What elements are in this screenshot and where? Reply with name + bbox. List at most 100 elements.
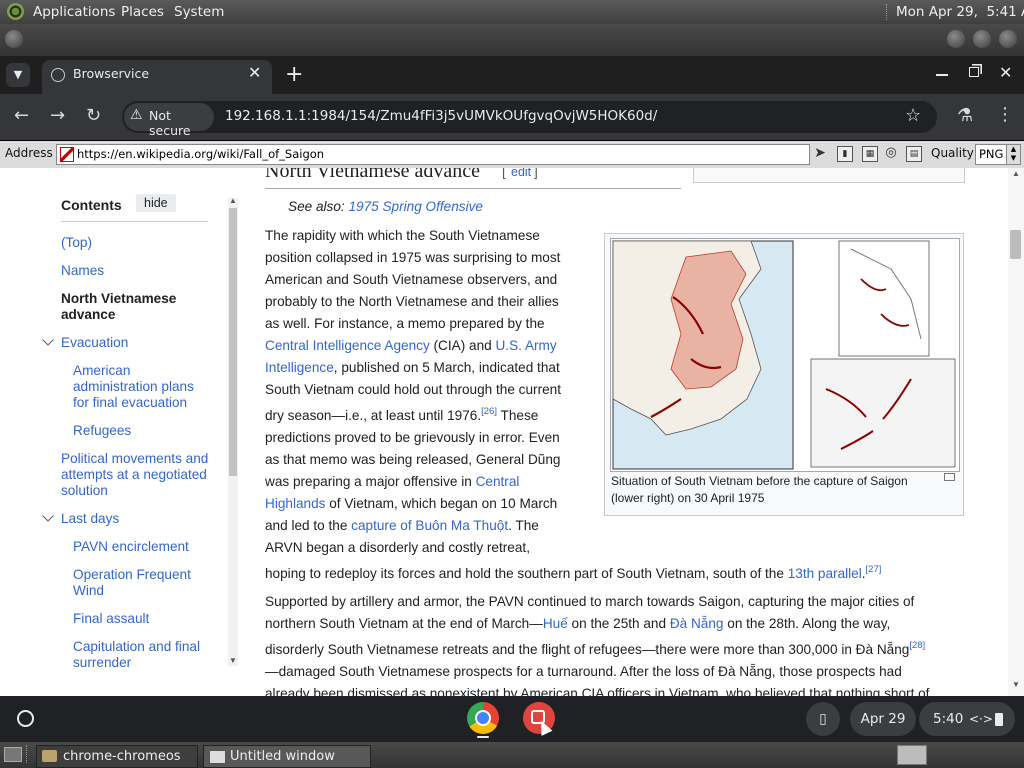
toc-item-refugees[interactable]: Refugees bbox=[73, 423, 131, 439]
enlarge-icon[interactable] bbox=[944, 473, 955, 481]
security-chip[interactable]: ⚠ Not secure bbox=[124, 103, 214, 138]
minimize-icon[interactable] bbox=[936, 74, 948, 76]
shelf-time: 5:40 bbox=[933, 711, 964, 727]
phone-hub-icon[interactable]: ▯ bbox=[806, 702, 840, 736]
citation-26[interactable]: [26] bbox=[481, 406, 497, 417]
p2-text: disorderly South Vietnamese retreats and… bbox=[265, 642, 910, 657]
see-also-link[interactable]: 1975 Spring Offensive bbox=[348, 199, 483, 214]
quality-select[interactable]: PNG ▲ ▼ bbox=[975, 144, 1021, 165]
citation-27[interactable]: [27] bbox=[866, 564, 882, 575]
p1-line: and led to the capture of Buôn Ma Thuột.… bbox=[265, 515, 1024, 537]
window-menu-icon[interactable] bbox=[5, 30, 23, 48]
taskbar-item-chrome-chromeos[interactable]: chrome-chromeos bbox=[36, 745, 198, 768]
tab-search-button[interactable]: ▼ bbox=[6, 63, 30, 87]
save-page-icon[interactable]: ▦ bbox=[862, 146, 878, 162]
places-menu[interactable]: Places bbox=[121, 4, 164, 20]
us-army-link[interactable]: U.S. Army bbox=[495, 338, 556, 353]
forward-icon[interactable]: → bbox=[50, 105, 65, 126]
minimize-window-icon[interactable] bbox=[947, 30, 965, 48]
toc-scrollbar-thumb[interactable] bbox=[229, 208, 237, 476]
system-menu[interactable]: System bbox=[174, 4, 224, 20]
toc-item-north-vietnamese-advance[interactable]: North Vietnamese advance bbox=[61, 291, 211, 323]
toc-title: Contents bbox=[61, 197, 122, 213]
status-tray[interactable]: 5:40 <·> bbox=[919, 702, 1015, 736]
toc-item-american-administration[interactable]: American administration plans for final … bbox=[73, 363, 213, 411]
window-title-bar[interactable] bbox=[0, 24, 1024, 56]
show-desktop-icon[interactable] bbox=[4, 747, 22, 762]
da-nang-link[interactable]: Đà Nẵng bbox=[670, 616, 724, 631]
hue-link[interactable]: Huế bbox=[543, 616, 568, 631]
close-tab-icon[interactable]: ✕ bbox=[248, 63, 261, 82]
page-scrollbar-thumb[interactable] bbox=[1010, 230, 1021, 259]
close-icon[interactable]: ✕ bbox=[999, 63, 1012, 82]
edit-bracket-close: ] bbox=[534, 168, 538, 179]
taskbar-item-untitled-window[interactable]: Untitled window bbox=[203, 745, 371, 768]
omnibox[interactable]: 192.168.1.1:1984/154/Zmu4fFi3j5vUMVkOUfg… bbox=[122, 101, 937, 133]
toc-item-final-assault[interactable]: Final assault bbox=[73, 611, 149, 627]
page-scroll-down-icon[interactable]: ▼ bbox=[1012, 680, 1020, 689]
toc-hide-button[interactable]: hide bbox=[136, 194, 176, 212]
omnibox-url[interactable]: 192.168.1.1:1984/154/Zmu4fFi3j5vUMVkOUfg… bbox=[225, 108, 657, 124]
page-scroll-up-icon[interactable]: ▲ bbox=[1012, 169, 1020, 178]
maximize-window-icon[interactable] bbox=[973, 30, 991, 48]
toc-evacuation-chevron-icon[interactable] bbox=[42, 334, 54, 346]
p1-text: , published on 5 March, indicated that bbox=[333, 360, 560, 375]
bookmark-star-icon[interactable]: ☆ bbox=[905, 105, 921, 126]
toc-scroll-up-icon[interactable]: ▲ bbox=[229, 196, 237, 205]
close-window-icon[interactable] bbox=[999, 30, 1017, 48]
panel-clock[interactable]: Mon Apr 29, 5:41 AM bbox=[896, 4, 1024, 20]
page-scrollbar[interactable]: ▲ ▼ bbox=[1008, 168, 1024, 696]
address-input[interactable]: https://en.wikipedia.org/wiki/Fall_of_Sa… bbox=[56, 144, 810, 165]
toc-item-operation-frequent-wind[interactable]: Operation Frequent Wind bbox=[73, 567, 213, 599]
toc-scroll-down-icon[interactable]: ▼ bbox=[229, 656, 237, 665]
go-arrow-icon[interactable]: ➤ bbox=[813, 146, 827, 160]
clipboard-icon[interactable]: ▤ bbox=[906, 146, 922, 162]
tab-browservice[interactable]: Browservice ✕ bbox=[42, 60, 272, 94]
address-url[interactable]: https://en.wikipedia.org/wiki/Fall_of_Sa… bbox=[77, 147, 324, 161]
gnome-logo-icon[interactable] bbox=[7, 3, 24, 20]
hatnote: See also: 1975 Spring Offensive bbox=[288, 199, 483, 214]
bookmark-icon[interactable]: ▮ bbox=[837, 146, 853, 162]
p2-text: northern South Vietnam at the end of Mar… bbox=[265, 616, 543, 631]
toc-item-pavn-encirclement[interactable]: PAVN encirclement bbox=[73, 539, 189, 555]
citation-28[interactable]: [28] bbox=[909, 640, 925, 651]
battery-icon bbox=[995, 713, 1003, 726]
cia-link[interactable]: Central Intelligence Agency bbox=[265, 338, 430, 353]
13th-parallel-link[interactable]: 13th parallel bbox=[788, 566, 862, 581]
more-menu-icon[interactable]: ⋮ bbox=[996, 104, 1014, 125]
p1-text: . The bbox=[508, 518, 539, 533]
reload-icon[interactable]: ↻ bbox=[86, 105, 101, 126]
highlands-link[interactable]: Highlands bbox=[265, 496, 325, 511]
back-icon[interactable]: ← bbox=[14, 105, 29, 126]
launcher-icon[interactable] bbox=[17, 710, 34, 727]
toc-item-last-days[interactable]: Last days bbox=[61, 511, 119, 527]
map-inset-saigon bbox=[810, 358, 956, 468]
p1-text: was preparing a major offensive in bbox=[265, 474, 476, 489]
capture-buon-ma-thuot-link[interactable]: capture of Buôn Ma Thuột bbox=[351, 518, 508, 533]
toc-last-days-chevron-icon[interactable] bbox=[42, 510, 54, 522]
intelligence-link[interactable]: Intelligence bbox=[265, 360, 334, 375]
new-tab-button[interactable]: + bbox=[285, 62, 303, 87]
see-also-label: See also: bbox=[288, 199, 349, 214]
toc-item-political-movements[interactable]: Political movements and attempts at a ne… bbox=[61, 451, 211, 499]
toc-item-top[interactable]: (Top) bbox=[61, 235, 92, 251]
quality-spinner-icon[interactable]: ▲ ▼ bbox=[1006, 145, 1020, 164]
toc-item-capitulation[interactable]: Capitulation and final surrender bbox=[73, 639, 213, 667]
gnome-top-panel: Applications Places System Mon Apr 29, 5… bbox=[0, 0, 1024, 24]
p2-text: on the 25th and bbox=[567, 616, 670, 631]
p1-text: These bbox=[496, 408, 539, 423]
shelf-date[interactable]: Apr 29 bbox=[850, 702, 916, 736]
edit-link[interactable]: edit bbox=[511, 168, 531, 179]
toc-item-names[interactable]: Names bbox=[61, 263, 104, 279]
central-highlands-link[interactable]: Central bbox=[476, 474, 520, 489]
labs-flask-icon[interactable]: ⚗ bbox=[957, 105, 973, 126]
find-icon[interactable]: ◎ bbox=[884, 146, 898, 160]
map-image[interactable] bbox=[610, 238, 960, 472]
address-label: Address bbox=[5, 146, 53, 160]
globe-icon bbox=[51, 68, 65, 82]
toc-item-evacuation[interactable]: Evacuation bbox=[61, 335, 128, 351]
restore-icon[interactable] bbox=[969, 67, 979, 77]
p2-text: on the 28th. Along the way, bbox=[723, 616, 891, 631]
applications-menu[interactable]: Applications bbox=[33, 4, 115, 20]
workspace-switcher[interactable] bbox=[897, 745, 927, 765]
